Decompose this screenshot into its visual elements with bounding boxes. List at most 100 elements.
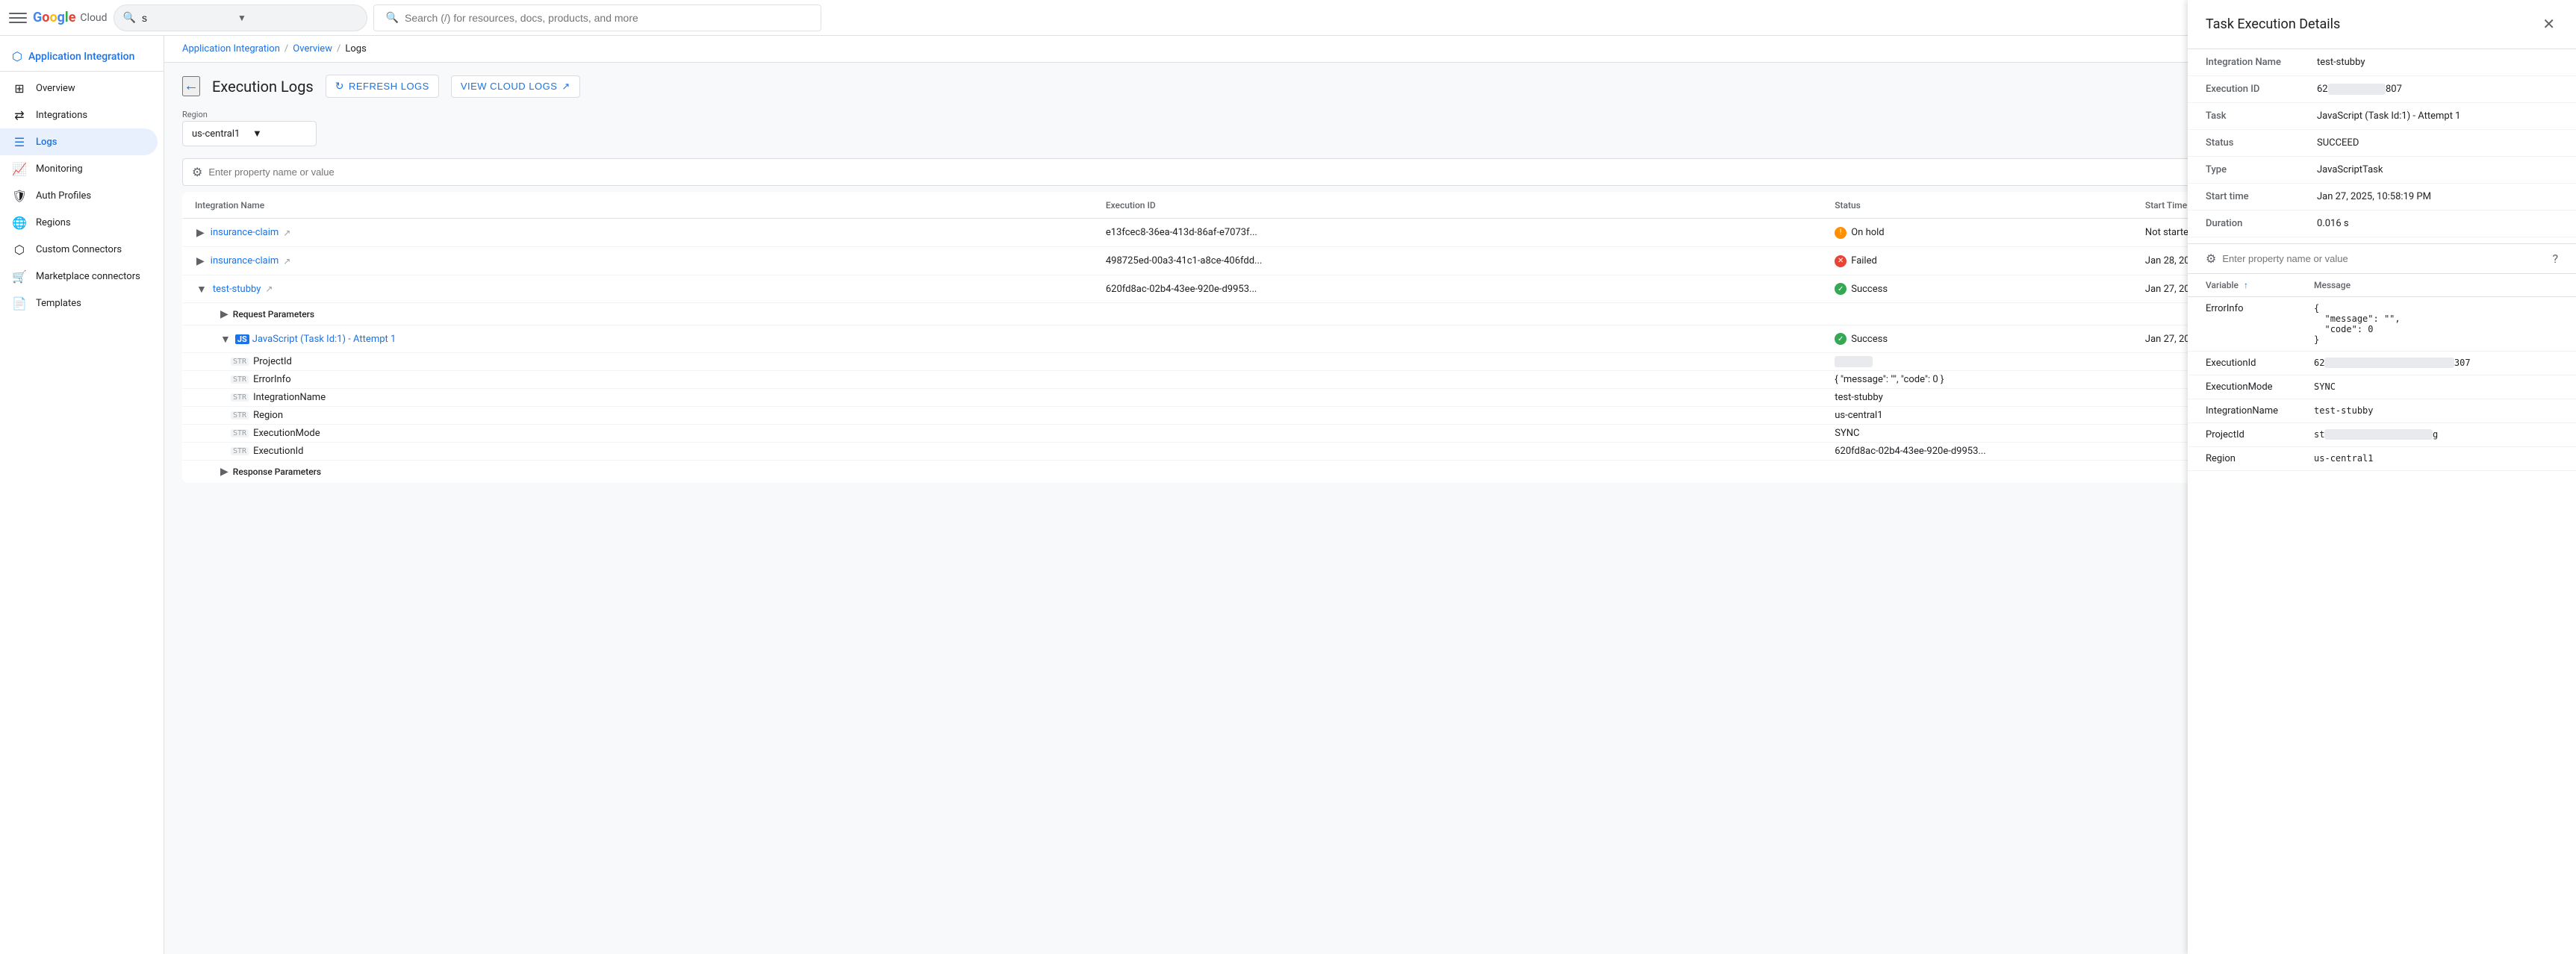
integration-name-link[interactable]: insurance-claim: [211, 255, 279, 266]
region-dropdown[interactable]: us-central1 ▼: [182, 121, 317, 146]
param-name: IntegrationName: [253, 392, 326, 403]
help-variables-icon[interactable]: ?: [2552, 252, 2558, 266]
sidebar-item-monitoring[interactable]: 📈 Monitoring: [0, 155, 158, 182]
global-search-input[interactable]: [405, 12, 809, 24]
param-type-icon: STR: [231, 375, 249, 384]
google-cloud-logo[interactable]: Google Cloud: [33, 10, 108, 25]
expand-response-params-button[interactable]: ▶: [219, 464, 230, 479]
js-status-text: Success: [1851, 334, 1888, 345]
sidebar-item-label: Integrations: [36, 110, 87, 121]
back-button[interactable]: ←: [182, 76, 200, 96]
var-row-executionid: ExecutionId 62 307: [2188, 352, 2576, 375]
sidebar-item-label: Marketplace connectors: [36, 271, 140, 282]
sidebar-item-label: Custom Connectors: [36, 244, 122, 255]
panel-header: Task Execution Details ✕: [2188, 0, 2576, 49]
info-label: Status: [2188, 130, 2299, 157]
external-link-icon[interactable]: ↗: [265, 284, 273, 294]
expand-request-params-button[interactable]: ▶: [219, 306, 230, 322]
param-type-icon: STR: [231, 447, 249, 455]
sidebar-item-integrations[interactable]: ⇄ Integrations: [0, 102, 158, 128]
sidebar-item-auth-profiles[interactable]: 🛡 Auth Profiles: [0, 182, 158, 209]
project-search-bar[interactable]: 🔍 ▼: [113, 4, 367, 31]
filter-icon: ⚙: [2206, 252, 2216, 266]
col-integration-name: Integration Name: [183, 193, 1094, 219]
sort-icon[interactable]: ↑: [2244, 280, 2248, 290]
msg-col-header: Message: [2296, 274, 2576, 297]
sidebar-item-custom-connectors[interactable]: ⬡ Custom Connectors: [0, 236, 158, 263]
var-name: ProjectId: [2188, 423, 2296, 447]
panel-filter-input[interactable]: [2222, 253, 2546, 264]
var-message: st g: [2296, 423, 2576, 447]
request-params-label: Request Parameters: [233, 309, 314, 319]
external-link-icon[interactable]: ↗: [283, 228, 290, 238]
param-value-blurred: st g: [1835, 356, 1873, 367]
expand-row-button[interactable]: ▶: [195, 225, 206, 240]
variable-col-label: Variable: [2206, 280, 2239, 290]
info-value: JavaScript (Task Id:1) - Attempt 1: [2299, 103, 2576, 130]
info-row-task: Task JavaScript (Task Id:1) - Attempt 1: [2188, 103, 2576, 130]
panel-variables-section: ⚙ ? Variable ↑ Message ErrorInf: [2188, 243, 2576, 471]
js-task-exec-id: [1094, 325, 1823, 353]
region-select: Region us-central1 ▼: [182, 110, 317, 146]
breadcrumb-app[interactable]: Application Integration: [182, 43, 280, 54]
global-search-bar[interactable]: 🔍: [373, 4, 821, 31]
col-status: Status: [1823, 193, 2133, 219]
info-row-execution-id: Execution ID 62 807: [2188, 76, 2576, 103]
expand-row-button[interactable]: ▶: [195, 253, 206, 269]
refresh-logs-button[interactable]: ↻ REFRESH LOGS: [326, 75, 439, 98]
execution-id-cell: 620fd8ac-02b4-43ee-920e-d9953...: [1094, 275, 1823, 303]
param-name: Region: [253, 410, 283, 421]
info-value: 0.016 s: [2299, 211, 2576, 237]
js-task-link[interactable]: JavaScript (Task Id:1) - Attempt 1: [252, 334, 396, 345]
sidebar-item-marketplace-connectors[interactable]: 🛒 Marketplace connectors: [0, 263, 158, 290]
view-logs-label: VIEW CLOUD LOGS: [461, 81, 558, 92]
param-type-icon: STR: [231, 429, 249, 437]
var-message: 62 307: [2296, 352, 2576, 375]
execution-id-blurred: [2328, 84, 2386, 95]
marketplace-icon: 🛒: [12, 269, 27, 284]
expand-row-button[interactable]: ▼: [195, 281, 208, 296]
external-link-icon[interactable]: ↗: [283, 256, 290, 266]
var-row-integrationname: IntegrationName test-stubby: [2188, 399, 2576, 423]
var-message: us-central1: [2296, 447, 2576, 471]
regions-icon: 🌐: [12, 215, 27, 230]
sidebar-item-regions[interactable]: 🌐 Regions: [0, 209, 158, 236]
info-value: 62 807: [2299, 76, 2576, 103]
info-table: Integration Name test-stubby Execution I…: [2188, 49, 2576, 237]
sidebar-app-header[interactable]: ⬡ Application Integration: [0, 42, 164, 72]
panel-title: Task Execution Details: [2206, 16, 2340, 32]
sidebar-item-logs[interactable]: ☰ Logs: [0, 128, 158, 155]
view-cloud-logs-button[interactable]: VIEW CLOUD LOGS ↗: [451, 75, 580, 98]
status-badge: ✕ Failed: [1835, 255, 2121, 267]
param-type-icon: STR: [231, 393, 249, 402]
info-row-integration-name: Integration Name test-stubby: [2188, 49, 2576, 76]
expand-js-task-button[interactable]: ▼: [219, 331, 232, 346]
var-name: ExecutionId: [2188, 352, 2296, 375]
logo-text: Cloud: [80, 12, 107, 24]
integration-name-link[interactable]: test-stubby: [213, 284, 261, 295]
js-task-status: ✓ Success: [1835, 333, 2121, 345]
panel-filter[interactable]: ⚙ ?: [2188, 244, 2576, 274]
info-row-start-time: Start time Jan 27, 2025, 10:58:19 PM: [2188, 184, 2576, 211]
custom-connectors-icon: ⬡: [12, 242, 27, 257]
sidebar-item-label: Logs: [36, 137, 57, 148]
integrations-icon: ⇄: [12, 107, 27, 122]
param-type-icon: STR: [231, 411, 249, 420]
sidebar-item-overview[interactable]: ⊞ Overview: [0, 75, 158, 102]
integration-name-link[interactable]: insurance-claim: [211, 227, 279, 238]
param-name: ExecutionMode: [253, 428, 320, 439]
status-success-icon: ✓: [1835, 283, 1847, 295]
status-text: Success: [1851, 284, 1888, 295]
hamburger-menu-icon[interactable]: [9, 9, 27, 27]
panel-close-button[interactable]: ✕: [2539, 12, 2558, 37]
var-name: ErrorInfo: [2188, 297, 2296, 352]
info-label: Execution ID: [2188, 76, 2299, 103]
variables-table: Variable ↑ Message ErrorInfo { "message"…: [2188, 274, 2576, 471]
sidebar-item-templates[interactable]: 📄 Templates: [0, 290, 158, 317]
project-search-input[interactable]: [142, 12, 231, 24]
dropdown-arrow-icon: ▼: [252, 128, 307, 140]
region-label: Region: [182, 110, 317, 119]
breadcrumb-overview[interactable]: Overview: [293, 43, 332, 54]
info-row-status: Status SUCCEED: [2188, 130, 2576, 157]
col-execution-id: Execution ID: [1094, 193, 1823, 219]
